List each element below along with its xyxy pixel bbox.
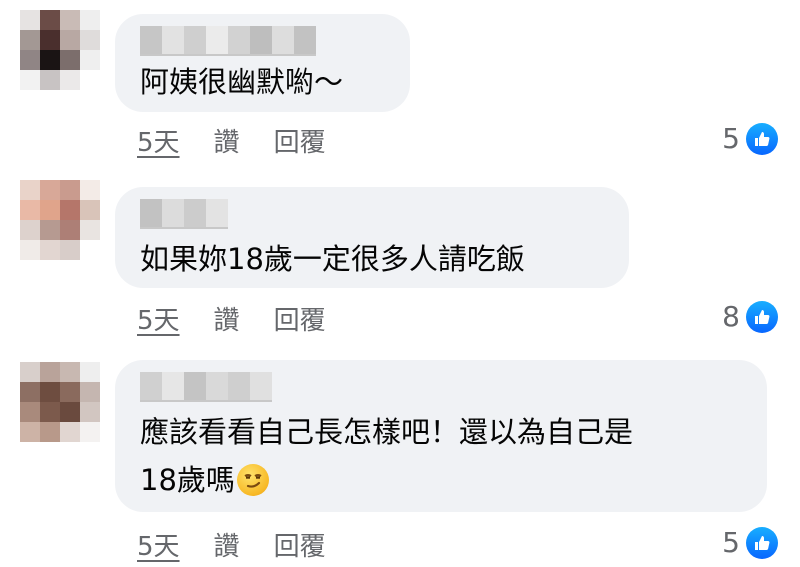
avatar[interactable] xyxy=(20,362,100,442)
author-name-redacted[interactable] xyxy=(140,372,272,402)
avatar[interactable] xyxy=(20,180,100,260)
comment-bubble: 應該看看自己長怎樣吧！還以為自己是 18歲嗎 xyxy=(115,360,767,512)
comment-text: 阿姨很幽默喲～ xyxy=(140,60,343,104)
reaction-summary[interactable]: 5 xyxy=(722,122,778,155)
reaction-count: 5 xyxy=(722,526,740,559)
like-thumb-icon xyxy=(746,122,778,155)
comment-text-line: 18歲嗎 xyxy=(140,463,235,497)
comment-text: 應該看看自己長怎樣吧！還以為自己是 18歲嗎 xyxy=(140,410,633,502)
reply-button[interactable]: 回覆 xyxy=(274,526,326,563)
comment-text-line-wrap: 18歲嗎 xyxy=(140,458,633,502)
like-button[interactable]: 讚 xyxy=(214,122,240,159)
comment-text: 如果妳18歲一定很多人請吃飯 xyxy=(140,237,525,281)
timestamp-link[interactable]: 5天 xyxy=(137,122,180,159)
avatar[interactable] xyxy=(20,10,100,90)
smirking-face-emoji xyxy=(236,464,269,496)
reply-button[interactable]: 回覆 xyxy=(274,300,326,337)
like-thumb-icon xyxy=(746,300,778,333)
reaction-count: 8 xyxy=(722,300,740,333)
comment-actions: 5天 讚 回覆 xyxy=(137,300,326,337)
timestamp-link[interactable]: 5天 xyxy=(137,526,180,563)
comment-actions: 5天 讚 回覆 xyxy=(137,122,326,159)
author-name-redacted[interactable] xyxy=(140,199,228,229)
like-button[interactable]: 讚 xyxy=(214,526,240,563)
comment-bubble: 阿姨很幽默喲～ xyxy=(115,14,410,112)
reaction-summary[interactable]: 8 xyxy=(722,300,778,333)
like-button[interactable]: 讚 xyxy=(214,300,240,337)
comment-text-line: 阿姨很幽默喲～ xyxy=(140,65,344,99)
comment-actions: 5天 讚 回覆 xyxy=(137,526,326,563)
reply-button[interactable]: 回覆 xyxy=(274,122,326,159)
like-thumb-icon xyxy=(746,526,778,559)
comment-text-line: 應該看看自己長怎樣吧！還以為自己是 xyxy=(140,415,634,449)
comment-text-line: 如果妳18歲一定很多人請吃飯 xyxy=(140,242,525,276)
author-name-redacted[interactable] xyxy=(140,26,316,56)
reaction-summary[interactable]: 5 xyxy=(722,526,778,559)
timestamp-link[interactable]: 5天 xyxy=(137,300,180,337)
comment-bubble: 如果妳18歲一定很多人請吃飯 xyxy=(115,187,629,288)
reaction-count: 5 xyxy=(722,122,740,155)
